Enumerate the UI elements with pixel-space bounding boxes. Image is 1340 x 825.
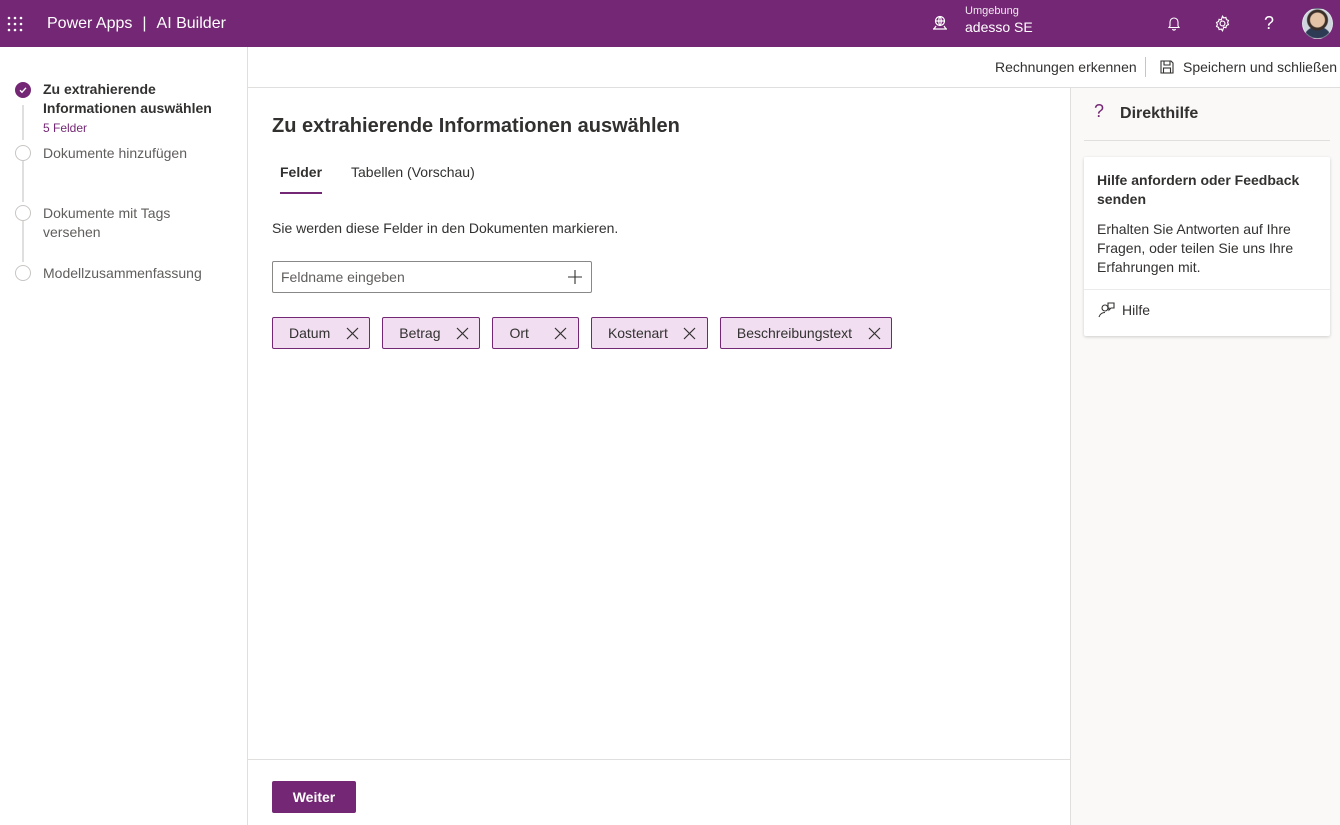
help-title: Direkthilfe (1120, 105, 1199, 122)
step-connector (22, 221, 24, 262)
close-icon[interactable] (553, 325, 569, 341)
help-icon[interactable]: ? (1258, 12, 1280, 34)
help-link-label: Hilfe (1122, 302, 1151, 318)
add-icon[interactable] (567, 269, 583, 285)
field-chip-ort: Ort (492, 317, 579, 349)
close-icon[interactable] (454, 325, 470, 341)
command-divider (1145, 57, 1146, 77)
step-dot (15, 145, 31, 161)
tab-fields[interactable]: Felder (272, 164, 330, 194)
check-icon (15, 82, 31, 98)
command-bar: Rechnungen erkennen Speichern und schlie… (248, 47, 1340, 88)
chip-label: Beschreibungstext (736, 325, 853, 341)
field-chip-list: Datum Betrag Ort Kostenart Beschreibungs… (272, 317, 904, 349)
field-chip-betrag: Betrag (382, 317, 481, 349)
step-label: Dokumente mit Tags versehen (43, 205, 171, 240)
field-chip-kostenart: Kostenart (590, 317, 708, 349)
chip-label: Kostenart (607, 325, 668, 341)
brand-separator: | (142, 14, 147, 32)
product-name: AI Builder (156, 14, 226, 32)
save-close-label: Speichern und schließen (1183, 59, 1338, 75)
save-icon (1160, 60, 1174, 74)
card-divider (1084, 289, 1330, 290)
next-button[interactable]: Weiter (272, 781, 356, 813)
field-name-input-box (272, 261, 592, 293)
tab-tables[interactable]: Tabellen (Vorschau) (343, 164, 483, 194)
person-feedback-icon (1098, 302, 1115, 318)
step-label: Dokumente hinzufügen (43, 145, 187, 161)
step-dot (15, 205, 31, 221)
page-title: Zu extrahierende Informationen auswählen (272, 115, 680, 137)
app-brand[interactable]: Power Apps | AI Builder (47, 15, 226, 33)
help-card-title: Hilfe anfordern oder Feedback senden (1097, 172, 1300, 207)
close-icon[interactable] (682, 325, 698, 341)
help-header: ? Direkthilfe (1084, 101, 1330, 141)
close-icon[interactable] (866, 325, 882, 341)
top-bar: Power Apps | AI Builder Umgebung adesso … (0, 0, 1340, 47)
field-chip-beschreibungstext: Beschreibungstext (719, 317, 893, 349)
step-sub: 5 Felder (43, 121, 88, 135)
help-card: Hilfe anfordern oder Feedback senden Erh… (1084, 157, 1330, 336)
field-chip-datum: Datum (272, 317, 371, 349)
step-label: Zu extrahierende Informationen auswählen (43, 81, 212, 116)
step-connector (22, 161, 24, 202)
close-icon[interactable] (344, 325, 360, 341)
chip-label: Datum (289, 325, 331, 341)
help-panel: ? Direkthilfe Hilfe anfordern oder Feedb… (1070, 88, 1340, 825)
wizard-footer: Weiter (248, 759, 1070, 825)
help-card-text: Erhalten Sie Antworten auf Ihre Fragen, … (1097, 221, 1294, 275)
tab-list: Felder Tabellen (Vorschau) (272, 164, 496, 194)
gear-icon[interactable] (1211, 12, 1233, 34)
bell-icon[interactable] (1163, 12, 1185, 34)
step-label: Modellzusammenfassung (43, 265, 202, 281)
environment-picker[interactable]: Umgebung adesso SE (930, 4, 1033, 36)
environment-name: adesso SE (965, 19, 1033, 35)
waffle-icon[interactable] (0, 0, 30, 47)
chip-label: Betrag (399, 325, 441, 341)
step-dot (15, 265, 31, 281)
avatar[interactable] (1302, 8, 1333, 39)
wizard-steps: Zu extrahierende Informationen auswählen… (0, 47, 248, 825)
recognize-invoices-button[interactable]: Rechnungen erkennen (995, 59, 1137, 75)
help-link[interactable]: Hilfe (1097, 301, 1150, 319)
step-connector (22, 105, 24, 140)
question-icon: ? (1094, 101, 1105, 121)
chip-label: Ort (509, 325, 529, 341)
main-content: Zu extrahierende Informationen auswählen… (248, 88, 1070, 825)
fields-description: Sie werden diese Felder in den Dokumente… (272, 220, 619, 236)
save-close-button[interactable]: Speichern und schließen (1159, 59, 1337, 75)
environment-icon (933, 15, 947, 30)
recognize-label: Rechnungen erkennen (995, 59, 1137, 75)
environment-label: Umgebung (965, 5, 1019, 17)
app-name: Power Apps (47, 14, 133, 32)
field-name-input[interactable] (273, 262, 553, 292)
